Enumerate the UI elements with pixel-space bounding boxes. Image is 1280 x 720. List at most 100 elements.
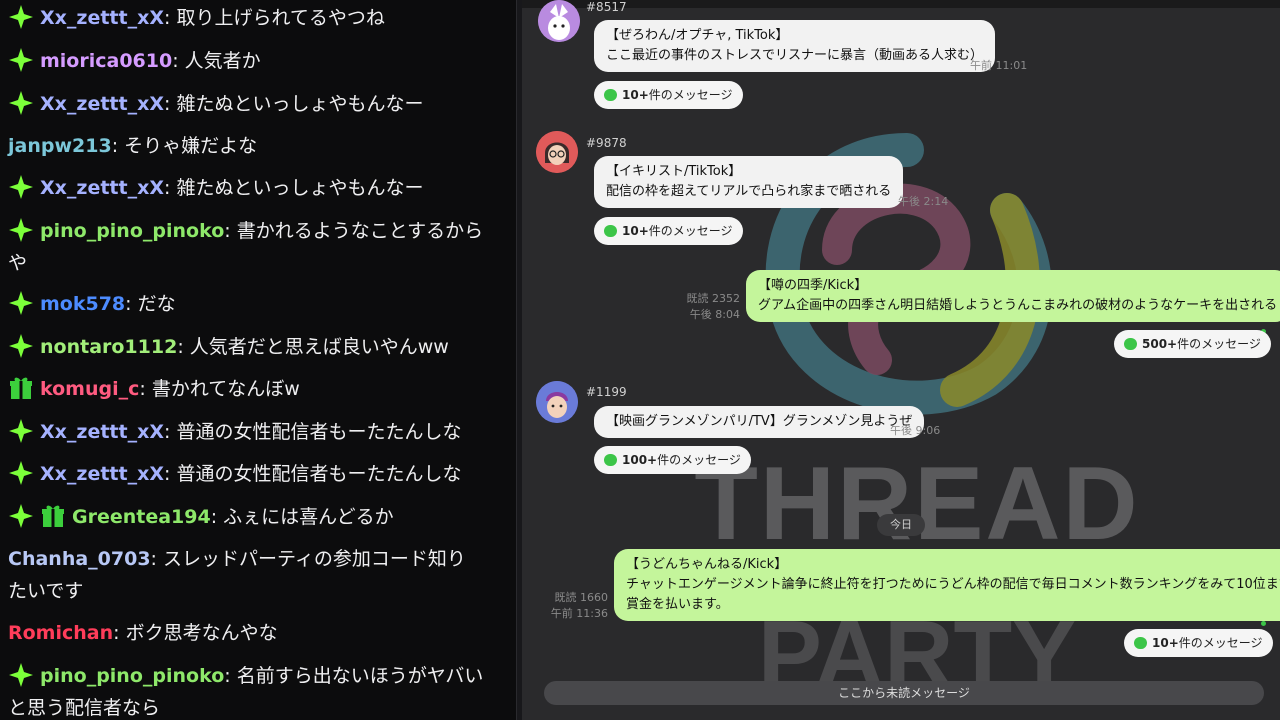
reply-count-button[interactable]: 10+件のメッセージ xyxy=(1124,629,1273,657)
chat-username[interactable]: Chanha_0703 xyxy=(8,548,151,570)
message-bubble-icon xyxy=(604,454,617,466)
chat-message: Xx_zettt_xX: 普通の女性配信者もーたたんしな xyxy=(8,458,498,490)
reply-count-label: 件のメッセージ xyxy=(657,453,741,467)
my-message-bubble[interactable]: 【噂の四季/Kick】 グアム企画中の四季さん明日結婚しようとうんこまみれの破材… xyxy=(746,270,1280,322)
reply-count: 500+ xyxy=(1142,337,1178,351)
person-avatar-icon xyxy=(536,131,578,173)
subscriber-star-badge-icon xyxy=(9,419,33,443)
message-bubble[interactable]: 【イキリスト/TikTok】 配信の枠を超えてリアルで凸られ家まで晒される xyxy=(594,156,904,208)
thread-top-bar xyxy=(522,0,1280,8)
message-read-and-time: 既読 2352 午後 8:04 xyxy=(662,291,741,323)
chat-text: : 人気者か xyxy=(172,50,261,72)
chat-message: pino_pino_pinoko: 名前すら出ないほうがヤバい と思う配信者なら xyxy=(8,660,498,720)
chat-username[interactable]: miorica0610 xyxy=(40,50,172,72)
avatar[interactable] xyxy=(538,0,580,42)
chat-username[interactable]: Xx_zettt_xX xyxy=(40,93,164,115)
subscriber-star-badge-icon xyxy=(9,5,33,29)
reply-count-button[interactable]: 500+件のメッセージ xyxy=(1114,330,1271,358)
chat-text: : そりゃ嫌だよな xyxy=(111,135,258,157)
avatar[interactable] xyxy=(536,381,578,423)
chat-message: Xx_zettt_xX: 雑たぬといっしょやもんなー xyxy=(8,172,498,204)
chat-text-continued: や xyxy=(8,252,28,274)
chat-username[interactable]: pino_pino_pinoko xyxy=(40,665,224,687)
chat-text: : ふぇには喜んどるか xyxy=(210,506,394,528)
chat-username[interactable]: Romichan xyxy=(8,622,113,644)
date-separator: 今日 xyxy=(877,514,925,536)
bubble-line: 【映画グランメゾンパリ/TV】グランメゾン見ようぜ xyxy=(606,414,913,429)
bubble-line: 【ぜろわん/オプチャ, TikTok】 xyxy=(606,28,789,43)
my-message-bubble[interactable]: 【うどんちゃんねる/Kick】 チャットエンゲージメント論争に終止符を打つために… xyxy=(614,549,1280,621)
reply-count: 10+ xyxy=(622,224,649,238)
subscriber-star-badge-icon xyxy=(9,461,33,485)
message-time: 午前 11:01 xyxy=(970,59,1028,72)
reply-count: 100+ xyxy=(622,453,658,467)
chat-username[interactable]: Greentea194 xyxy=(72,506,211,528)
gift-badge-icon xyxy=(10,377,32,399)
chat-message: Chanha_0703: スレッドパーティの参加コード知りたいです xyxy=(8,543,498,607)
gift-badge-icon xyxy=(42,505,64,527)
reply-count-label: 件のメッセージ xyxy=(648,224,733,238)
chat-username[interactable]: Xx_zettt_xX xyxy=(40,7,164,29)
chat-username[interactable]: nontaro1112 xyxy=(40,336,177,358)
message-bubble[interactable]: 【映画グランメゾンパリ/TV】グランメゾン見ようぜ xyxy=(594,406,925,438)
reply-count-label: 件のメッセージ xyxy=(1178,636,1263,650)
thread-panel: THREAD PARTY #8517 【ぜろわん/オプチャ, TikTok】 こ… xyxy=(522,0,1280,720)
chat-text: : 普通の女性配信者もーたたんしな xyxy=(164,463,462,485)
chat-username[interactable]: mok578 xyxy=(40,293,125,315)
bubble-line: 配信の枠を超えてリアルで凸られ家まで晒される xyxy=(606,184,892,199)
unread-messages-divider[interactable]: ここから未読メッセージ xyxy=(544,681,1264,705)
message-time: 午後 8:04 xyxy=(689,308,740,321)
post-id: #9878 xyxy=(586,136,627,150)
reply-count-label: 件のメッセージ xyxy=(648,88,733,102)
subscriber-star-badge-icon xyxy=(9,291,33,315)
message-bubble-icon xyxy=(604,89,617,101)
chat-message: Xx_zettt_xX: 普通の女性配信者もーたたんしな xyxy=(8,416,498,448)
reply-count-label: 件のメッセージ xyxy=(1177,337,1261,351)
chat-message: komugi_c: 書かれてなんぼw xyxy=(8,373,498,405)
chat-text: : 雑たぬといっしょやもんなー xyxy=(164,93,424,115)
chat-username[interactable]: janpw213 xyxy=(8,135,112,157)
post-id: #8517 xyxy=(586,0,627,14)
chat-message: Xx_zettt_xX: 雑たぬといっしょやもんなー xyxy=(8,88,498,120)
reply-count-button[interactable]: 100+件のメッセージ xyxy=(594,446,751,474)
subscriber-star-badge-icon xyxy=(9,48,33,72)
message-time: 午前 11:36 xyxy=(550,607,608,620)
reply-count: 10+ xyxy=(1152,636,1179,650)
avatar[interactable] xyxy=(536,131,578,173)
message-bubble-icon xyxy=(1124,338,1137,350)
chat-username[interactable]: komugi_c xyxy=(40,378,139,400)
chat-text: : だな xyxy=(125,293,176,315)
chat-text-continued: たいです xyxy=(8,580,84,602)
read-count: 既読 1660 xyxy=(554,591,609,604)
chat-text: : ボク思考なんやな xyxy=(113,622,278,644)
chat-username[interactable]: Xx_zettt_xX xyxy=(40,463,164,485)
chat-message: miorica0610: 人気者か xyxy=(8,45,498,77)
person-avatar-icon xyxy=(536,381,578,423)
reply-count-button[interactable]: 10+件のメッセージ xyxy=(594,217,743,245)
reply-count-button[interactable]: 10+件のメッセージ xyxy=(594,81,743,109)
chat-text: : 名前すら出ないほうがヤバい xyxy=(224,665,484,687)
read-count: 既読 2352 xyxy=(686,292,741,305)
chat-text: : スレッドパーティの参加コード知り xyxy=(150,548,466,570)
message-bubble[interactable]: 【ぜろわん/オプチャ, TikTok】 ここ最近の事件のストレスでリスナーに暴言… xyxy=(594,20,996,72)
chat-username[interactable]: Xx_zettt_xX xyxy=(40,177,164,199)
subscriber-star-badge-icon xyxy=(9,91,33,115)
chat-username[interactable]: pino_pino_pinoko xyxy=(40,220,224,242)
message-bubble-icon xyxy=(1134,637,1147,649)
chat-message: Greentea194: ふぇには喜んどるか xyxy=(8,501,498,533)
chat-text: : 書かれるようなことするから xyxy=(224,220,484,242)
chat-text: : 普通の女性配信者もーたたんしな xyxy=(164,421,462,443)
chat-text: : 雑たぬといっしょやもんなー xyxy=(164,177,424,199)
subscriber-star-badge-icon xyxy=(9,504,33,528)
chat-text: : 書かれてなんぼw xyxy=(139,378,300,400)
dog-avatar-icon xyxy=(538,0,580,42)
subscriber-star-badge-icon xyxy=(9,663,33,687)
chat-username[interactable]: Xx_zettt_xX xyxy=(40,421,164,443)
post-id: #1199 xyxy=(586,385,627,399)
chat-text: : 取り上げられてるやつね xyxy=(164,7,385,29)
unread-dot-icon xyxy=(1261,621,1266,626)
message-bubble-icon xyxy=(604,225,617,237)
bubble-line: 【噂の四季/Kick】 xyxy=(758,278,868,293)
message-read-and-time: 既読 1660 午前 11:36 xyxy=(534,590,608,622)
subscriber-star-badge-icon xyxy=(9,334,33,358)
